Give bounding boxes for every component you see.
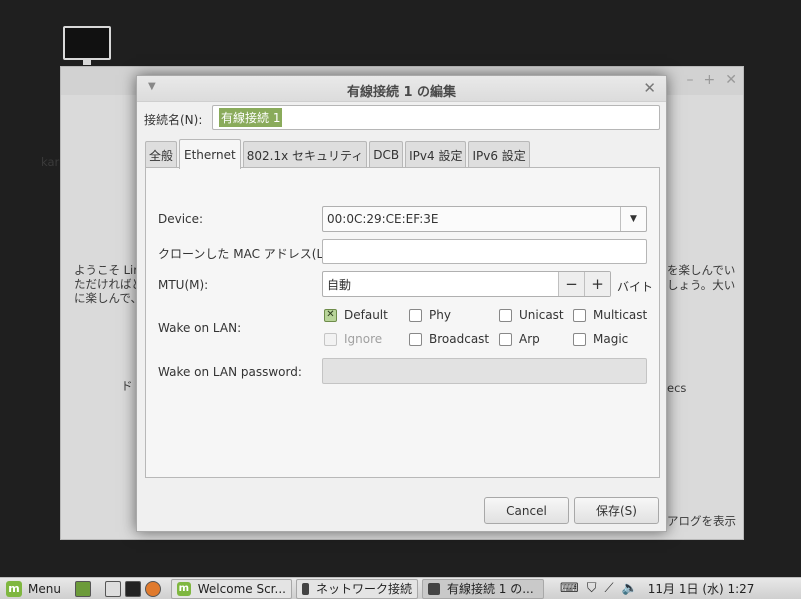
connection-name-input[interactable]: 有線接続 1 [212, 105, 660, 130]
dialog-titlebar: ▼ 有線接続 1 の編集 ✕ [137, 76, 666, 102]
wol-magic-label: Magic [593, 332, 629, 346]
keyboard-icon[interactable]: ⌨ [560, 581, 579, 596]
wol-label: Wake on LAN: [158, 321, 242, 335]
wol-unicast-label: Unicast [519, 308, 564, 322]
plus-icon[interactable]: + [584, 272, 610, 296]
system-tray: ⌨ ⛉ ⟋ 🔈 11月 1日 (水) 1:27 [560, 580, 755, 597]
save-button[interactable]: 保存(S) [574, 497, 659, 524]
check-icon: ✕ [324, 308, 337, 322]
tab-ethernet[interactable]: Ethernet [179, 139, 241, 169]
taskbar: m Menu m Welcome Scr... ネットワーク接続 有線接続 1 … [0, 577, 801, 599]
shield-icon[interactable]: ⛉ [587, 581, 597, 596]
mtu-label: MTU(M): [158, 278, 209, 292]
terminal-icon[interactable] [124, 580, 141, 597]
device-value: 00:0C:29:CE:EF:3E [327, 212, 439, 226]
tab-bar: 全般 Ethernet 802.1x セキュリティ DCB IPv4 設定 IP… [145, 139, 532, 169]
tab-dcb[interactable]: DCB [369, 141, 404, 168]
maximize-icon[interactable]: + [704, 72, 716, 88]
tab-general[interactable]: 全般 [145, 141, 178, 168]
menu-label: Menu [28, 581, 61, 596]
wol-password-input[interactable] [322, 358, 647, 384]
desktop-computer-icon[interactable] [63, 26, 111, 65]
wol-multicast-checkbox[interactable]: Multicast [573, 308, 647, 322]
close-icon[interactable]: ✕ [725, 72, 737, 88]
wol-multicast-label: Multicast [593, 308, 648, 322]
task-label: Welcome Scr... [197, 581, 286, 596]
side-label: kar [41, 155, 60, 169]
menu-button[interactable]: m Menu [6, 579, 61, 599]
right-text-1: を楽しんでい [667, 263, 736, 277]
intro-text-3: に楽しんで、 [74, 291, 142, 305]
chevron-down-icon[interactable]: ▼ [620, 207, 646, 231]
show-desktop-icon[interactable] [74, 580, 91, 597]
wol-ignore-checkbox[interactable]: Ignore [324, 332, 382, 346]
wol-broadcast-checkbox[interactable]: Broadcast [409, 332, 489, 346]
ethernet-tab-page: Device: 00:0C:29:CE:EF:3E ▼ クローンした MAC ア… [145, 167, 660, 478]
volume-icon[interactable]: 🔈 [622, 581, 638, 596]
file-manager-icon[interactable] [104, 580, 121, 597]
mid-right-text: ecs [667, 381, 687, 395]
edit-connection-dialog: ▼ 有線接続 1 の編集 ✕ 接続名(N): 有線接続 1 全般 Etherne… [136, 75, 667, 532]
wol-unicast-checkbox[interactable]: Unicast [499, 308, 564, 322]
minus-icon[interactable]: − [558, 272, 584, 296]
cancel-button[interactable]: Cancel [484, 497, 569, 524]
wol-default-checkbox[interactable]: ✕ Default [324, 308, 388, 322]
wol-default-label: Default [344, 308, 388, 322]
show-dialog-text: アログを表示 [667, 514, 736, 528]
tab-8021x-security[interactable]: 802.1x セキュリティ [242, 141, 368, 168]
wol-broadcast-label: Broadcast [429, 332, 490, 346]
mint-logo-icon: m [176, 581, 191, 596]
right-text-2: しょう。大い [667, 278, 736, 292]
mtu-unit: バイト [617, 280, 654, 294]
mint-logo-icon: m [6, 580, 22, 597]
window-icon [427, 582, 440, 595]
mtu-value: 自動 [327, 277, 352, 292]
dialog-title: 有線接続 1 の編集 [346, 85, 457, 100]
connection-name-label: 接続名(N): [144, 113, 203, 127]
task-label: 有線接続 1 の... [446, 582, 534, 596]
window-icon [301, 582, 309, 595]
task-label: ネットワーク接続 [315, 582, 412, 596]
intro-text-2: ただければど [74, 277, 143, 291]
wol-magic-checkbox[interactable]: Magic [573, 332, 628, 346]
clone-mac-input[interactable] [322, 239, 647, 264]
wol-arp-label: Arp [519, 332, 540, 346]
device-combo[interactable]: 00:0C:29:CE:EF:3E ▼ [322, 206, 647, 232]
device-label: Device: [158, 212, 204, 226]
clock[interactable]: 11月 1日 (水) 1:27 [648, 580, 755, 597]
close-icon[interactable]: ✕ [643, 79, 656, 97]
connection-name-value: 有線接続 1 [219, 108, 283, 127]
wol-phy-checkbox[interactable]: Phy [409, 308, 451, 322]
wol-ignore-label: Ignore [344, 332, 383, 346]
wol-arp-checkbox[interactable]: Arp [499, 332, 540, 346]
tab-ipv4[interactable]: IPv4 設定 [405, 141, 467, 168]
task-network-connections[interactable]: ネットワーク接続 [295, 578, 418, 599]
minimize-icon[interactable]: – [687, 72, 694, 88]
tab-ipv6[interactable]: IPv6 設定 [468, 141, 530, 168]
clone-mac-label: クローンした MAC アドレス(L): [158, 247, 332, 261]
wol-phy-label: Phy [429, 308, 451, 322]
wol-password-label: Wake on LAN password: [158, 365, 302, 379]
task-welcome-screen[interactable]: m Welcome Scr... [170, 578, 292, 599]
mid-left-text: ド [121, 379, 133, 393]
mtu-spinner[interactable]: 自動 − + [322, 271, 611, 297]
task-edit-connection[interactable]: 有線接続 1 の... [421, 578, 544, 599]
network-icon[interactable]: ⟋ [604, 581, 613, 596]
firefox-icon[interactable] [144, 580, 161, 597]
